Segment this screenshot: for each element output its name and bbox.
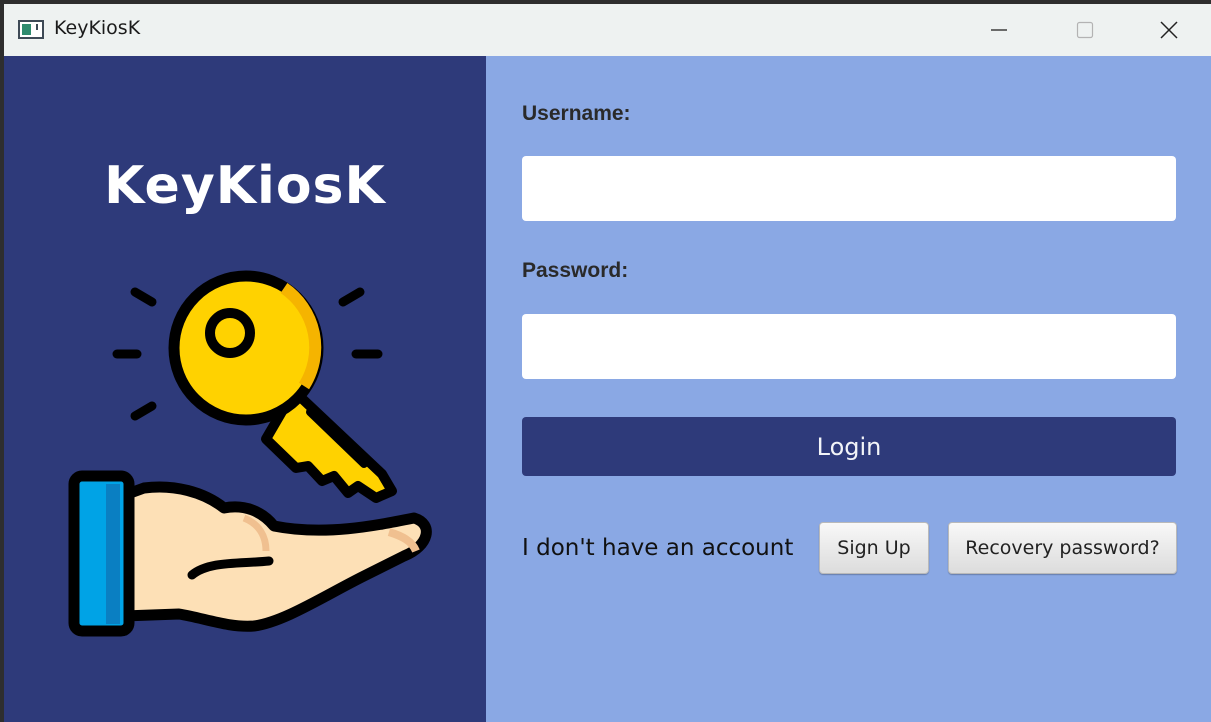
maximize-button[interactable] — [1050, 4, 1120, 56]
sign-up-button[interactable]: Sign Up — [819, 522, 929, 574]
brand-logo-text: KeyKiosK — [104, 156, 386, 216]
password-input[interactable] — [522, 314, 1176, 379]
recovery-password-button[interactable]: Recovery password? — [948, 522, 1177, 574]
login-button[interactable]: Login — [522, 417, 1176, 476]
window-title: KeyKiosK — [54, 17, 141, 39]
close-button[interactable] — [1134, 4, 1204, 56]
maximize-icon — [1076, 21, 1094, 39]
login-window: KeyKiosK KeyKiosK Username: Password: Lo… — [4, 4, 1211, 722]
username-input[interactable] — [522, 156, 1176, 221]
app-icon — [18, 20, 44, 39]
password-label: Password: — [522, 259, 629, 282]
close-icon — [1160, 21, 1178, 39]
title-bar: KeyKiosK — [4, 4, 1211, 57]
branding-panel: KeyKiosK — [4, 56, 486, 722]
minimize-button[interactable] — [964, 4, 1034, 56]
minimize-icon — [991, 29, 1007, 31]
hand-holding-key-icon — [68, 270, 432, 637]
no-account-text: I don't have an account — [522, 535, 794, 561]
username-label: Username: — [522, 102, 631, 125]
login-form-panel: Username: Password: Login I don't have a… — [486, 56, 1211, 722]
